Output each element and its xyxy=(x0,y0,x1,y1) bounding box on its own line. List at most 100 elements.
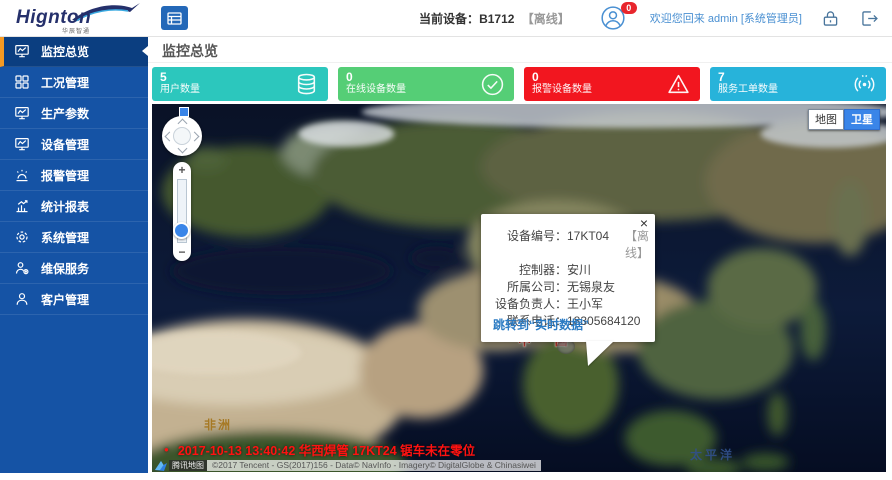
sidebar-toggle-button[interactable] xyxy=(161,6,188,30)
map-attribution: 腾讯地图 ©2017 Tencent - GS(2017)156 - Data©… xyxy=(154,459,541,472)
notification-badge[interactable]: 0 xyxy=(621,2,637,14)
field-label: 所属公司： xyxy=(481,279,567,296)
check-circle-icon xyxy=(480,72,505,102)
sidebar-item-label: 工况管理 xyxy=(41,74,89,91)
sidebar-item-label: 设备管理 xyxy=(41,136,89,153)
sidebar-item-system-management[interactable]: 系统管理 xyxy=(0,222,148,253)
field-value: 17KT04 xyxy=(567,228,609,262)
sidebar-item-device-management[interactable]: 设备管理 xyxy=(0,129,148,160)
map-pan-control[interactable] xyxy=(162,116,202,156)
grid-icon xyxy=(14,74,30,90)
sidebar-item-label: 报警管理 xyxy=(41,167,89,184)
current-device-label: 当前设备： xyxy=(419,12,479,26)
sidebar-item-maintenance-service[interactable]: 维保服务 xyxy=(0,253,148,284)
logout-button[interactable] xyxy=(859,8,880,29)
ticker-bullet: ● xyxy=(164,445,169,454)
current-device-info: 当前设备：B1712 【离线】 xyxy=(419,10,570,27)
stat-card-users[interactable]: 5 用户数量 xyxy=(152,67,328,101)
map-label-pacific: 太平洋 xyxy=(690,446,735,463)
stat-card-service-orders[interactable]: 7 服务工单数量 xyxy=(710,67,886,101)
person-icon xyxy=(14,291,30,307)
popup-row-owner: 设备负责人： 王小军 xyxy=(481,296,655,313)
monitor-chart-icon xyxy=(14,105,30,121)
field-value: 安川 xyxy=(567,262,591,279)
top-header: Hignton 华辰智通 当前设备：B1712 【离线】 0 欢迎您回来 adm… xyxy=(0,0,892,37)
sidebar-item-label: 维保服务 xyxy=(41,260,89,277)
zoom-slider-track[interactable] xyxy=(177,179,187,243)
sidebar-item-label: 监控总览 xyxy=(41,43,89,60)
sidebar-item-monitoring-overview[interactable]: 监控总览 xyxy=(0,36,148,67)
popup-rows: 设备编号： 17KT04 【离线】 控制器： 安川 所属公司： 无锡泉友 设备负… xyxy=(481,214,655,330)
bar-chart-icon xyxy=(14,198,30,214)
menu-icon xyxy=(167,12,182,25)
zoom-slider-thumb[interactable] xyxy=(173,222,190,239)
field-label: 设备编号： xyxy=(481,228,567,262)
gear-icon xyxy=(14,229,30,245)
welcome-label: 欢迎您回来 xyxy=(650,13,705,25)
map-label-africa: 非洲 xyxy=(204,416,232,433)
sidebar-item-production-params[interactable]: 生产参数 xyxy=(0,98,148,129)
map-type-map-button[interactable]: 地图 xyxy=(808,109,844,130)
current-device-status: 【离线】 xyxy=(522,12,570,26)
map-provider-name: 腾讯地图 xyxy=(169,460,207,471)
device-info-popup: × 设备编号： 17KT04 【离线】 控制器： 安川 所属公司： 无锡泉友 设… xyxy=(481,214,655,342)
active-item-arrow xyxy=(142,46,148,56)
main-content: 监控总览 5 用户数量 0 在线设备数量 0 报警设备数量 7 服务工单数量 xyxy=(148,36,892,480)
map-copyright: ©2017 Tencent - GS(2017)156 - Data© NavI… xyxy=(207,460,541,471)
monitor-chart-icon xyxy=(14,43,30,59)
close-icon[interactable]: × xyxy=(640,216,648,230)
lock-screen-button[interactable] xyxy=(820,8,841,29)
pan-right-icon[interactable] xyxy=(190,132,200,142)
field-value: 王小军 xyxy=(567,296,603,313)
zoom-in-button[interactable]: + xyxy=(173,164,191,176)
device-status-badge: 【离线】 xyxy=(625,228,655,262)
sidebar-nav: 监控总览 工况管理 生产参数 设备管理 报警管理 统计报表 系统管 xyxy=(0,36,148,473)
monitor-chart-icon xyxy=(14,136,30,152)
user-avatar-button[interactable]: 0 xyxy=(600,5,626,31)
service-person-icon xyxy=(14,260,30,276)
current-device-value: B1712 xyxy=(479,12,514,26)
field-label: 控制器： xyxy=(481,262,567,279)
welcome-user: admin [系统管理员] xyxy=(708,13,802,25)
alarm-ticker[interactable]: ● 2017-10-13 13:40:42 华西焊管 17KT24 锯车未在零位 xyxy=(164,440,475,459)
realtime-data-link[interactable]: 跳转到“实时数据” xyxy=(493,316,589,333)
zoom-out-button[interactable]: − xyxy=(173,246,191,258)
field-value: 无锡泉友 xyxy=(567,279,615,296)
warning-triangle-icon xyxy=(666,72,691,102)
welcome-text[interactable]: 欢迎您回来 admin [系统管理员] xyxy=(650,10,802,26)
alarm-siren-icon xyxy=(14,167,30,183)
popup-row-controller: 控制器： 安川 xyxy=(481,262,655,279)
popup-tail xyxy=(586,341,614,366)
popup-row-device-id: 设备编号： 17KT04 【离线】 xyxy=(481,228,655,262)
logout-icon xyxy=(859,8,880,29)
lock-icon xyxy=(820,8,841,29)
pan-center-button[interactable] xyxy=(173,127,191,145)
map-panel: + − 地图 卫星 中 国 非洲 太平洋 × 设备编号： 17KT04 【离线】 xyxy=(152,104,886,472)
ticker-text: 2017-10-13 13:40:42 华西焊管 17KT24 锯车未在零位 xyxy=(178,440,475,459)
stat-card-alarm-devices[interactable]: 0 报警设备数量 xyxy=(524,67,700,101)
sidebar-item-statistics-reports[interactable]: 统计报表 xyxy=(0,191,148,222)
pan-top-button[interactable] xyxy=(179,107,189,117)
sidebar-item-label: 生产参数 xyxy=(41,105,89,122)
sidebar-item-label: 系统管理 xyxy=(41,229,89,246)
tencent-map-logo-icon xyxy=(154,460,168,472)
stat-cards-row: 5 用户数量 0 在线设备数量 0 报警设备数量 7 服务工单数量 xyxy=(148,63,892,104)
map-type-satellite-button[interactable]: 卫星 xyxy=(844,109,880,130)
sidebar-item-alarm-management[interactable]: 报警管理 xyxy=(0,160,148,191)
popup-row-company: 所属公司： 无锡泉友 xyxy=(481,279,655,296)
sidebar-item-customer-management[interactable]: 客户管理 xyxy=(0,284,148,315)
pan-down-icon[interactable] xyxy=(178,144,188,154)
map-type-switch: 地图 卫星 xyxy=(808,109,880,130)
sidebar-item-condition-management[interactable]: 工况管理 xyxy=(0,67,148,98)
stat-card-online-devices[interactable]: 0 在线设备数量 xyxy=(338,67,514,101)
sidebar-item-label: 统计报表 xyxy=(41,198,89,215)
map-zoom-control: + − xyxy=(173,162,191,261)
header-right-group: 当前设备：B1712 【离线】 0 欢迎您回来 admin [系统管理员] xyxy=(419,5,892,31)
page-title: 监控总览 xyxy=(148,36,892,63)
database-icon xyxy=(294,72,319,102)
sidebar-item-label: 客户管理 xyxy=(41,291,89,308)
brand-logo: Hignton 华辰智通 xyxy=(0,0,148,36)
logo-subtext: 华辰智通 xyxy=(62,26,90,35)
broadcast-icon xyxy=(852,72,877,102)
field-label: 设备负责人： xyxy=(481,296,567,313)
